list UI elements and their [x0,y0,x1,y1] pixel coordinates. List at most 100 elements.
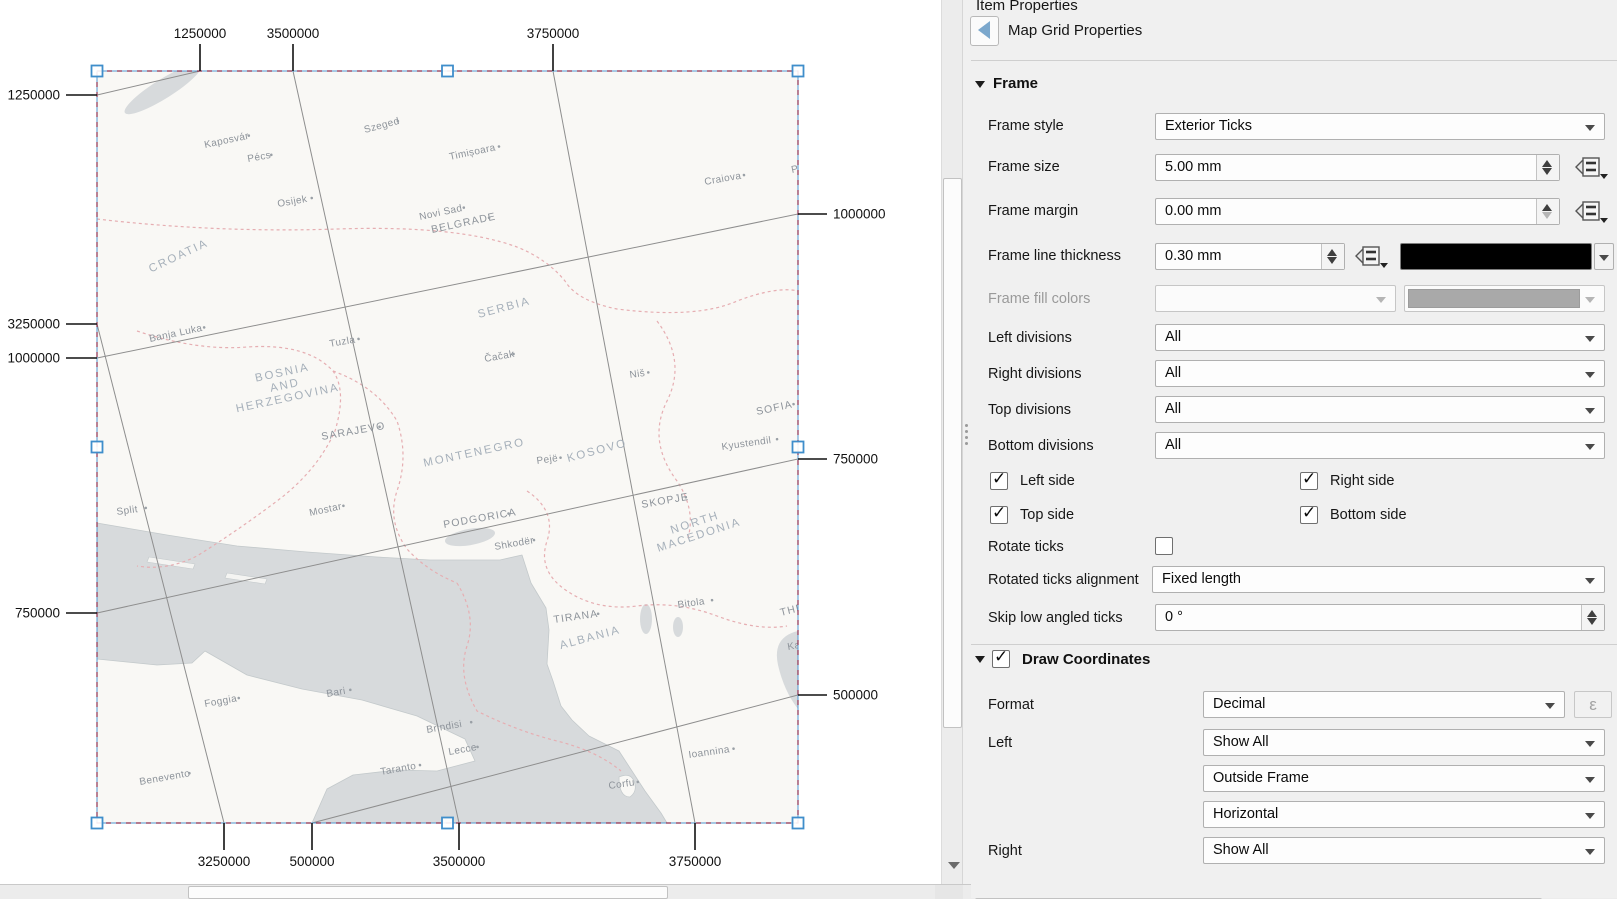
data-defined-override-button[interactable] [1574,154,1610,181]
frame-style-label: Frame style [988,118,1064,134]
chevron-down-icon [1545,703,1555,709]
frame-line-color-button[interactable] [1400,243,1592,270]
check-icon: ✓ [1302,469,1316,489]
frame-margin-label: Frame margin [988,203,1078,219]
chevron-down-icon [1585,444,1595,450]
back-button[interactable] [970,16,999,46]
top-side-checkbox[interactable]: ✓ [990,506,1008,524]
rotate-ticks-label: Rotate ticks [988,539,1064,555]
coords-right-label: Right [988,843,1022,859]
selection-handle[interactable] [442,66,453,77]
chevron-down-icon [1585,336,1595,342]
top-divisions-select[interactable]: All [1155,396,1605,423]
data-defined-override-button[interactable] [1574,198,1610,225]
grid-tick-label: 500000 [289,854,334,869]
spin-up-icon[interactable] [1587,610,1597,617]
layout-canvas[interactable]: CROATIASERBIABOSNIAANDHERZEGOVINAMONTENE… [0,0,941,884]
divider [971,644,1617,645]
divider [971,60,1617,61]
lake-ohrid [640,604,652,634]
canvas-vertical-scrollbar-thumb[interactable] [943,178,962,728]
spin-down-icon[interactable] [1587,618,1597,625]
grid-tick-label: 3500000 [433,854,486,869]
draw-coordinates-checkbox[interactable]: ✓ [992,650,1010,668]
selection-handle[interactable] [92,818,103,829]
format-label: Format [988,697,1034,713]
left-side-checkbox[interactable]: ✓ [990,472,1008,490]
chevron-down-icon [1585,297,1595,303]
left-side-label: Left side [1020,473,1075,489]
splitter-grip-dot [965,436,968,439]
data-defined-icon [1574,198,1610,225]
frame-size-spinbox[interactable]: 5.00 mm [1155,154,1560,181]
spin-up-icon[interactable] [1542,160,1552,167]
selection-handle[interactable] [793,818,804,829]
city-marker-dot [831,638,834,641]
collapse-arrow-icon[interactable] [975,656,985,663]
selection-handle[interactable] [92,442,103,453]
grid-tick-label: 750000 [833,452,878,467]
top-divisions-label: Top divisions [988,402,1071,418]
selection-handle[interactable] [92,66,103,77]
skip-low-angled-ticks-label: Skip low angled ticks [988,610,1123,626]
chevron-down-icon [1585,813,1595,819]
coords-right-mode-select[interactable]: Show All [1203,837,1605,864]
splitter-grip-dot [965,430,968,433]
frame-size-label: Frame size [988,159,1060,175]
data-defined-icon [1574,154,1610,181]
right-side-checkbox[interactable]: ✓ [1300,472,1318,490]
scroll-down-arrow-icon[interactable] [948,862,960,869]
bottom-side-checkbox[interactable]: ✓ [1300,506,1318,524]
draw-coordinates-section-title: Draw Coordinates [1022,651,1150,668]
frame-fill-color2-select [1404,285,1605,312]
chevron-down-icon [1585,578,1595,584]
coords-left-mode-select[interactable]: Show All [1203,729,1605,756]
selection-handle[interactable] [442,818,453,829]
grid-tick-label: 1250000 [7,88,60,103]
right-divisions-select[interactable]: All [1155,360,1605,387]
map-canvas-svg: CROATIASERBIABOSNIAANDHERZEGOVINAMONTENE… [0,0,941,884]
expression-button: ε [1574,691,1612,718]
frame-line-thickness-spinbox[interactable]: 0.30 mm [1155,243,1345,270]
spin-down-icon[interactable] [1327,257,1337,264]
chevron-down-icon [1585,741,1595,747]
right-divisions-label: Right divisions [988,366,1082,382]
coords-left-orientation-select[interactable]: Horizontal [1203,801,1605,828]
rotated-ticks-alignment-label: Rotated ticks alignment [988,572,1139,588]
rotated-ticks-alignment-select[interactable]: Fixed length [1152,566,1605,593]
frame-line-color-dropdown[interactable] [1594,243,1614,270]
frame-fill-color1-select [1155,285,1396,312]
chevron-down-icon [1376,297,1386,303]
spin-up-icon[interactable] [1542,204,1552,211]
format-select[interactable]: Decimal [1203,691,1565,718]
frame-section-title: Frame [993,75,1038,92]
spin-down-icon[interactable] [1542,168,1552,175]
data-defined-override-button[interactable] [1354,243,1390,270]
spin-down-icon [1542,212,1552,219]
top-side-label: Top side [1020,507,1074,523]
page-title: Map Grid Properties [1008,22,1142,39]
bottom-divisions-select[interactable]: All [1155,432,1605,459]
grid-tick-label: 3500000 [267,26,320,41]
selection-handle[interactable] [793,442,804,453]
check-icon: ✓ [1302,503,1316,523]
skip-low-angled-ticks-spinbox[interactable]: 0 ° [1155,604,1605,631]
coords-left-placement-select[interactable]: Outside Frame [1203,765,1605,792]
selection-handle[interactable] [793,66,804,77]
spin-up-icon[interactable] [1327,249,1337,256]
canvas-horizontal-scrollbar-thumb[interactable] [188,886,668,899]
frame-margin-spinbox[interactable]: 0.00 mm [1155,198,1560,225]
grid-tick-label: 3750000 [669,854,722,869]
grid-tick-label: 3750000 [527,26,580,41]
grid-tick-label: 750000 [15,606,60,621]
city-marker-dot [829,160,832,163]
bottom-divisions-label: Bottom divisions [988,438,1094,454]
frame-fill-colors-label: Frame fill colors [988,291,1090,307]
grid-tick-label: 1250000 [174,26,227,41]
frame-style-select[interactable]: Exterior Ticks [1155,113,1605,140]
map-item-content: CROATIASERBIABOSNIAANDHERZEGOVINAMONTENE… [97,64,869,823]
rotate-ticks-checkbox[interactable]: ✓ [1155,537,1173,555]
collapse-arrow-icon[interactable] [975,81,985,88]
check-icon: ✓ [994,647,1008,667]
left-divisions-select[interactable]: All [1155,324,1605,351]
